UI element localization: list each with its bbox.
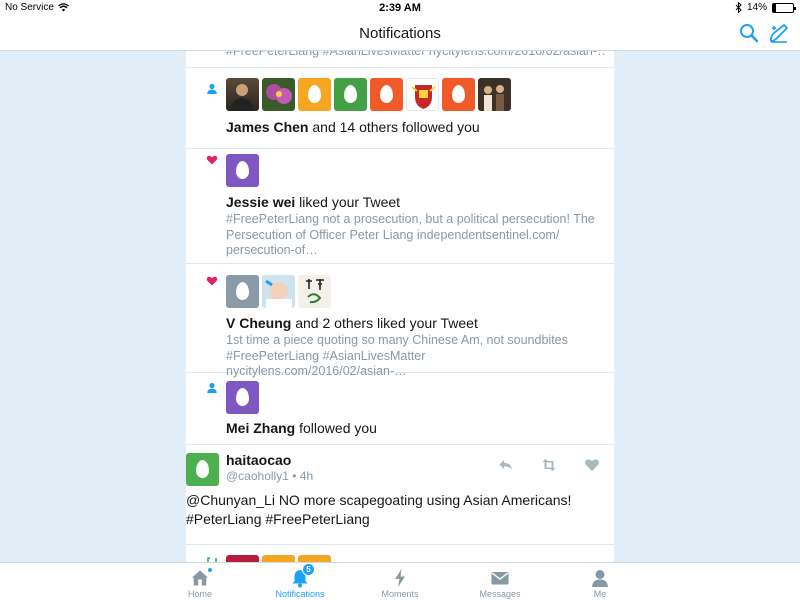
notification-count-badge: 5: [302, 563, 315, 576]
notification-row[interactable]: James Chen and 14 others followed you: [186, 68, 614, 149]
notification-actor[interactable]: Mei Zhang: [226, 420, 295, 436]
tweet-row[interactable]: haitaocao @caoholly1 • 4h @Chunyan_Li NO…: [186, 445, 614, 545]
notifications-feed[interactable]: #FreePeterLiang #AsianLivesMatter nycity…: [186, 51, 614, 562]
avatar[interactable]: [334, 78, 367, 111]
notification-headline: James Chen and 14 others followed you: [226, 119, 480, 135]
compose-tweet-icon[interactable]: [768, 22, 790, 44]
status-time: 2:39 AM: [379, 2, 421, 14]
tab-notifications[interactable]: 5 Notifications: [250, 563, 350, 600]
search-icon[interactable]: [738, 22, 760, 44]
heart-icon: [206, 276, 218, 286]
tab-moments[interactable]: Moments: [350, 563, 450, 600]
avatar[interactable]: [298, 78, 331, 111]
notification-row[interactable]: V Cheung and 2 others liked your Tweet 1…: [186, 264, 614, 378]
notification-actor[interactable]: V Cheung: [226, 315, 291, 331]
notification-headline: V Cheung and 2 others liked your Tweet: [226, 315, 478, 331]
avatar[interactable]: [226, 275, 259, 308]
avatar[interactable]: [478, 78, 511, 111]
retweet-icon[interactable]: [541, 457, 557, 473]
avatar[interactable]: [226, 78, 259, 111]
notification-headline: Jessie wei liked your Tweet: [226, 194, 400, 210]
avatar[interactable]: [298, 555, 331, 562]
like-heart-icon[interactable]: [584, 457, 600, 473]
tweet-text: @Chunyan_Li NO more scapegoating using A…: [186, 492, 572, 527]
notification-actor[interactable]: Jessie wei: [226, 194, 295, 210]
avatar[interactable]: [262, 78, 295, 111]
tab-bar: Home 5 Notifications Moments Messages Me: [0, 562, 800, 600]
tab-label: Notifications: [275, 589, 325, 599]
notification-row[interactable]: Jessie wei liked your Tweet #FreePeterLi…: [186, 149, 614, 264]
new-content-dot: [207, 567, 213, 573]
tweet-author-name[interactable]: haitaocao: [226, 452, 291, 468]
lightning-icon: [395, 569, 405, 587]
envelope-icon: [491, 572, 509, 585]
follow-person-icon: [207, 382, 217, 393]
avatar[interactable]: [406, 78, 439, 111]
avatar[interactable]: [262, 275, 295, 308]
tweet-timestamp: • 4h: [292, 469, 314, 483]
avatar[interactable]: [186, 453, 219, 486]
tab-label: Messages: [479, 589, 521, 599]
notification-tweet-text: #FreePeterLiang not a prosecution, but a…: [226, 212, 595, 257]
notification-row[interactable]: #FreePeterLiang #AsianLivesMatter nycity…: [186, 51, 614, 68]
tab-label: Moments: [381, 589, 419, 599]
tab-messages[interactable]: Messages: [450, 563, 550, 600]
notification-headline: Mei Zhang followed you: [226, 420, 377, 436]
avatar[interactable]: [226, 154, 259, 187]
notification-actor[interactable]: James Chen: [226, 119, 308, 135]
notification-tweet-text: #FreePeterLiang #AsianLivesMatter nycity…: [226, 51, 606, 58]
bluetooth-icon: [735, 2, 742, 13]
avatar[interactable]: [442, 78, 475, 111]
reply-icon[interactable]: [498, 457, 514, 473]
notification-action: and 14 others followed you: [308, 119, 480, 135]
page-title: Notifications: [359, 25, 441, 42]
avatar[interactable]: [262, 555, 295, 562]
tab-label: Home: [187, 589, 212, 599]
notification-row[interactable]: [186, 545, 614, 562]
avatar[interactable]: [298, 275, 331, 308]
tweet-author-handle: @caoholly1 • 4h: [226, 469, 313, 483]
avatar[interactable]: [370, 78, 403, 111]
navigation-bar: Notifications: [0, 16, 800, 51]
tab-label: Me: [593, 589, 607, 599]
notification-action: liked your Tweet: [295, 194, 401, 210]
notification-action: and 2 others liked your Tweet: [291, 315, 478, 331]
avatar[interactable]: [226, 381, 259, 414]
retweet-icon: [207, 557, 217, 562]
tab-me[interactable]: Me: [550, 563, 650, 600]
status-bar: No Service 2:39 AM 14%: [0, 0, 800, 16]
notification-action: followed you: [295, 420, 377, 436]
tab-home[interactable]: Home: [150, 563, 250, 600]
tweet-handle-text[interactable]: @caoholly1: [226, 469, 289, 483]
battery-percent: 14%: [746, 2, 767, 13]
follow-person-icon: [207, 83, 217, 94]
notification-row[interactable]: Mei Zhang followed you: [186, 373, 614, 445]
battery-icon: [772, 2, 796, 13]
avatar[interactable]: [226, 555, 259, 562]
person-icon: [592, 570, 608, 587]
heart-icon: [206, 155, 218, 165]
